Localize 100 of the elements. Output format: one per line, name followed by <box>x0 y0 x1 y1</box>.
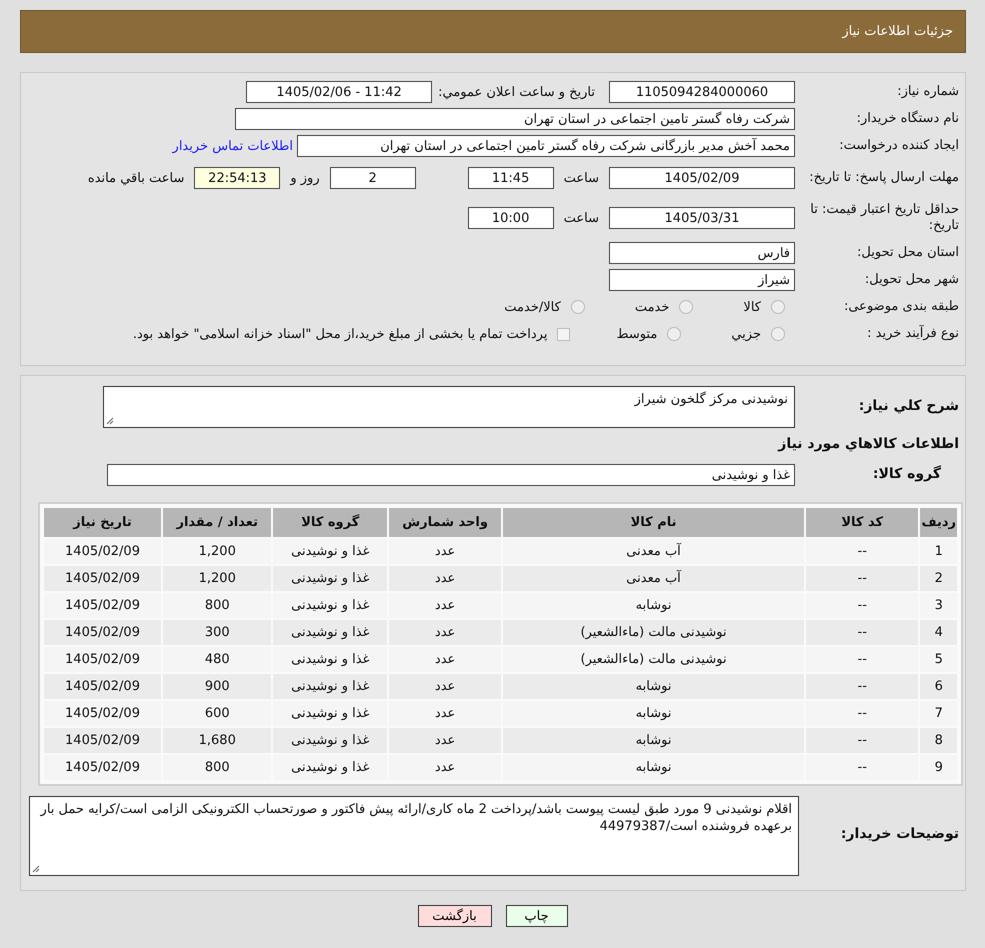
remaining-label: ساعت باقي مانده <box>88 170 184 186</box>
buyer-contact-link[interactable]: اطلاعات تماس خریدار <box>172 138 293 154</box>
table-cell: نوشابه <box>503 593 804 618</box>
table-cell: عدد <box>389 674 502 699</box>
resize-grip-icon[interactable] <box>32 865 40 873</box>
table-cell: آب معدنی <box>503 566 804 591</box>
checkbox[interactable] <box>557 328 570 340</box>
radio-label: جزيي <box>731 326 761 342</box>
table-cell: -- <box>806 539 918 564</box>
table-cell: نوشیدنی مالت (ماءالشعیر) <box>503 620 804 645</box>
table-cell: عدد <box>389 566 502 591</box>
table-cell: 1405/02/09 <box>44 593 162 618</box>
deadline-time-field: 11:45 <box>468 167 554 189</box>
treasury-note: پرداخت تمام یا بخشی از مبلغ خرید،از محل "اسناد خزانه اسلامی" خواهد بود. <box>132 326 548 342</box>
table-cell: -- <box>806 728 918 753</box>
time-label: ساعت <box>564 170 599 186</box>
table-cell: 5 <box>920 647 957 672</box>
description-text: نوشیدنی مرکز گلخون شیراز <box>634 392 788 407</box>
column-header: تعداد / مقدار <box>163 508 272 537</box>
table-cell: -- <box>806 755 918 780</box>
column-header: گروه کالا <box>273 508 388 537</box>
table-cell: عدد <box>389 593 502 618</box>
table-cell: عدد <box>389 728 502 753</box>
table-cell: -- <box>806 566 918 591</box>
back-button[interactable]: بازگشت <box>418 905 492 927</box>
validity-date-field: 1405/03/31 <box>609 207 795 229</box>
table-cell: آب معدنی <box>503 539 804 564</box>
validity-time-field: 10:00 <box>468 207 554 229</box>
radio-label: کالا <box>743 300 761 314</box>
column-header: کد کالا <box>806 508 918 537</box>
table-cell: عدد <box>389 647 502 672</box>
announce-date-field: 1405/02/06 - 11:42 <box>246 81 432 103</box>
table-cell: نوشابه <box>503 755 804 780</box>
table-cell: 2 <box>920 566 957 591</box>
table-cell: 4 <box>920 620 957 645</box>
table-cell: -- <box>806 674 918 699</box>
table-cell: 1 <box>920 539 957 564</box>
buyer-notes-text: اقلام نوشیدنی 9 مورد طبق لیست پیوست باشد/پرداخت 2 ماه کاری/ارائه پیش فاکتور و صورتحساب الکترونیکی الزامی است/کرایه حمل بار برعهده فروشنده است/44979387 <box>40 802 792 834</box>
province-field: فارس <box>609 242 795 264</box>
table-cell: غذا و نوشیدنی <box>273 539 388 564</box>
field-label: شماره نیاز: <box>896 84 960 100</box>
field-label: طبقه بندی موضوعی: <box>842 299 960 315</box>
radio-button[interactable] <box>570 300 585 314</box>
days-field: 2 <box>330 167 416 189</box>
deadline-date-field: 1405/02/09 <box>609 167 795 189</box>
table-cell: 3 <box>920 593 957 618</box>
table-cell: 800 <box>163 593 272 618</box>
table-cell: 1405/02/09 <box>44 674 162 699</box>
field-label: توضیحات خریدار: <box>840 825 960 842</box>
radio-button[interactable] <box>771 300 785 314</box>
table-cell: غذا و نوشیدنی <box>273 647 388 672</box>
field-label: گروه کالا: <box>872 464 942 482</box>
column-header: واحد شمارش <box>389 508 502 537</box>
table-cell: 1,200 <box>163 566 272 591</box>
table-cell: 1405/02/09 <box>44 728 162 753</box>
buyer-org-field: شرکت رفاه گستر تامین اجتماعی در استان تهران <box>235 108 795 130</box>
time-label: ساعت <box>564 210 599 226</box>
remaining-time-field: 22:54:13 <box>194 167 280 189</box>
table-cell: 1405/02/09 <box>44 620 162 645</box>
table-cell: -- <box>806 593 918 618</box>
field-label: استان محل تحویل: <box>856 245 960 261</box>
table-cell: 800 <box>163 755 272 780</box>
print-button[interactable]: چاپ <box>506 905 568 927</box>
page-title: جزئیات اطلاعات نیاز <box>842 24 953 39</box>
table-cell: 9 <box>920 755 957 780</box>
table-cell: 8 <box>920 728 957 753</box>
radio-button[interactable] <box>771 327 785 341</box>
table-cell: 6 <box>920 674 957 699</box>
field-label: حداقل تاریخ اعتبار قیمت: تا تاریخ: <box>809 202 960 234</box>
table-cell: 1405/02/09 <box>44 755 162 780</box>
radio-label: خدمت <box>634 300 670 314</box>
table-cell: 1405/02/09 <box>44 647 162 672</box>
field-label: نام دستگاه خریدار: <box>856 111 960 127</box>
table-cell: -- <box>806 701 918 726</box>
requester-field: محمد آخش مدیر بازرگانی شرکت رفاه گستر تامین اجتماعی در استان تهران <box>297 135 795 157</box>
column-header: تاریخ نیاز <box>44 508 162 537</box>
table-cell: 1,680 <box>163 728 272 753</box>
table-cell: 7 <box>920 701 957 726</box>
table-cell: عدد <box>389 755 502 780</box>
table-cell: 1405/02/09 <box>44 539 162 564</box>
radio-button[interactable] <box>667 327 682 341</box>
goods-group-field: غذا و نوشیدنی <box>107 464 795 486</box>
table-cell: 1405/02/09 <box>44 566 162 591</box>
resize-grip-icon[interactable] <box>106 417 114 425</box>
table-cell: غذا و نوشیدنی <box>273 674 388 699</box>
table-cell: 600 <box>163 701 272 726</box>
table-cell: 1405/02/09 <box>44 701 162 726</box>
column-header: ردیف <box>920 508 957 537</box>
table-cell: 300 <box>163 620 272 645</box>
table-cell: عدد <box>389 620 502 645</box>
column-header: نام کالا <box>503 508 804 537</box>
days-label: روز و <box>290 170 320 186</box>
radio-label: متوسط <box>616 326 658 342</box>
table-cell: نوشیدنی مالت (ماءالشعیر) <box>503 647 804 672</box>
field-label: تاريخ و ساعت اعلان عمومي: <box>438 84 595 100</box>
table-cell: غذا و نوشیدنی <box>273 566 388 591</box>
table-cell: نوشابه <box>503 674 804 699</box>
radio-button[interactable] <box>679 300 694 314</box>
field-label: نوع فرآیند خرید : <box>866 326 960 342</box>
table-cell: نوشابه <box>503 728 804 753</box>
